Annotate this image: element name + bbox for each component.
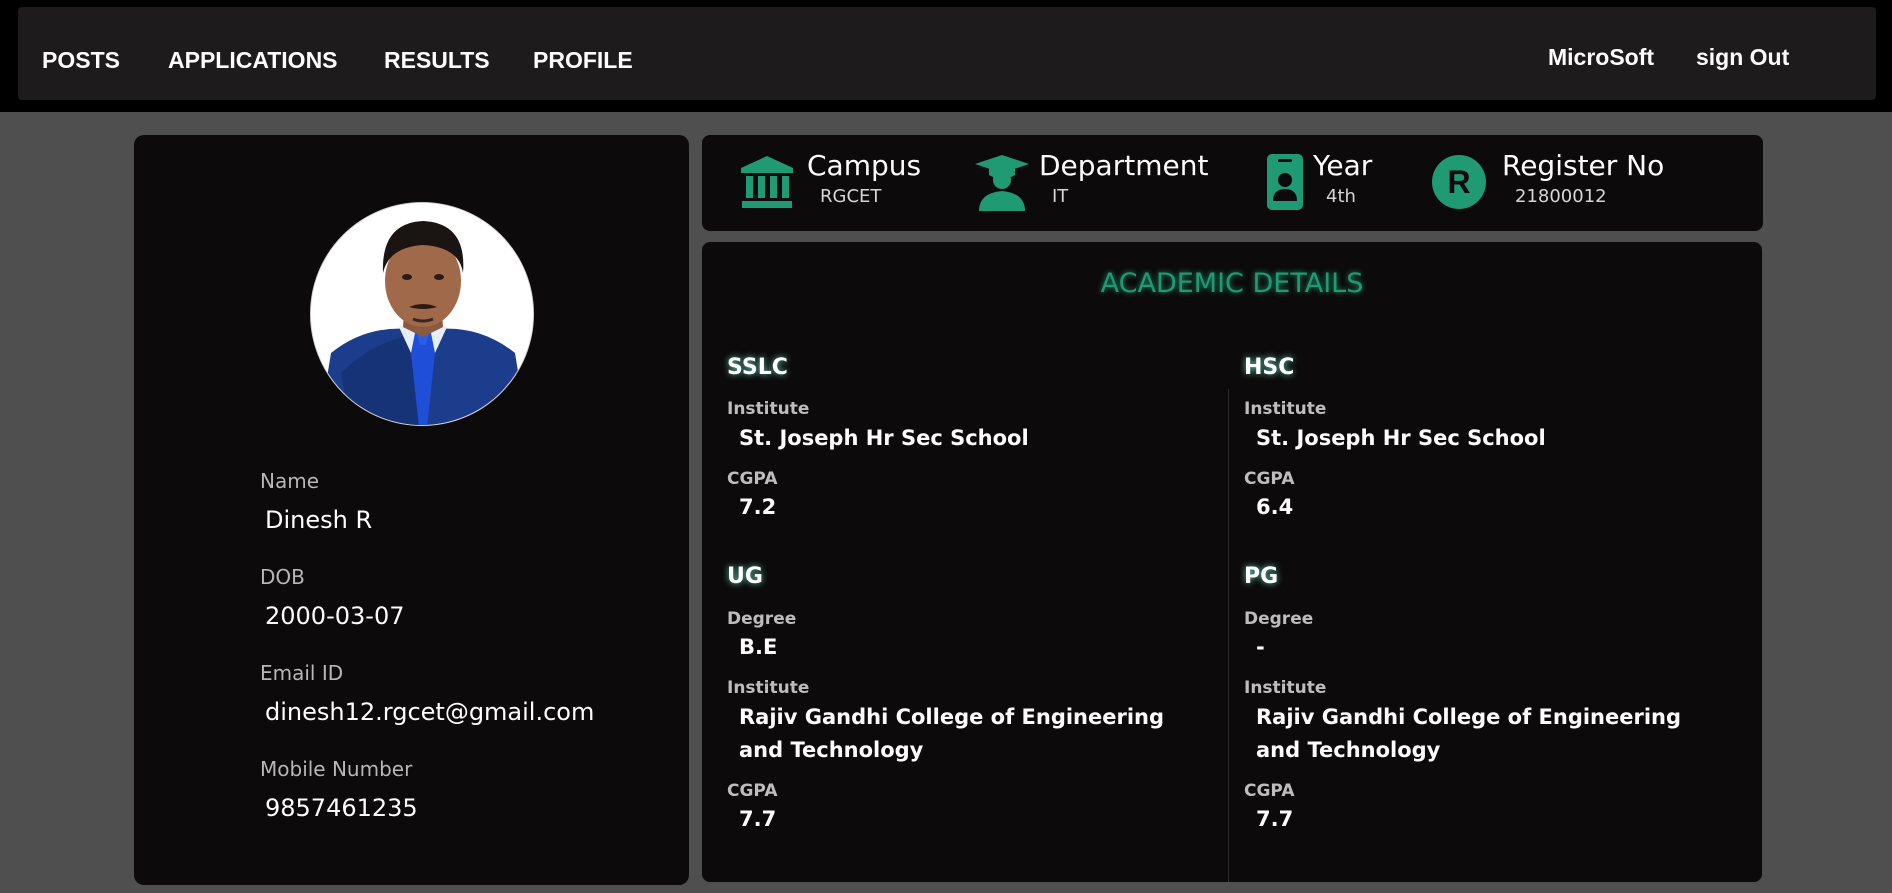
sign-out-link[interactable]: sign Out xyxy=(1696,44,1789,71)
pg-cgpa-label: CGPA xyxy=(1244,781,1295,801)
nav-posts[interactable]: POSTS xyxy=(42,47,120,74)
email-value: dinesh12.rgcet@gmail.com xyxy=(265,698,595,726)
hsc-cgpa-value: 6.4 xyxy=(1256,495,1294,519)
department-value: IT xyxy=(1052,186,1069,207)
navbar-inner: POSTS APPLICATIONS RESULTS PROFILE Micro… xyxy=(18,7,1876,100)
graduate-icon xyxy=(975,155,1029,211)
department-label: Department xyxy=(1039,149,1209,182)
year-label: Year xyxy=(1313,149,1373,182)
svg-text:R: R xyxy=(1447,164,1470,200)
hsc-heading: HSC xyxy=(1244,355,1295,380)
pg-degree-label: Degree xyxy=(1244,609,1314,629)
ug-cgpa-label: CGPA xyxy=(727,781,778,801)
nav-results[interactable]: RESULTS xyxy=(384,47,490,74)
hsc-institute-label: Institute xyxy=(1244,399,1327,419)
dob-value: 2000-03-07 xyxy=(265,602,405,630)
name-value: Dinesh R xyxy=(265,506,373,534)
ug-degree-value: B.E xyxy=(739,635,778,659)
mobile-value: 9857461235 xyxy=(265,794,418,822)
dob-label: DOB xyxy=(260,565,305,589)
column-divider xyxy=(1228,389,1229,882)
sslc-heading: SSLC xyxy=(727,355,788,380)
mobile-label: Mobile Number xyxy=(260,757,413,781)
hsc-institute-value: St. Joseph Hr Sec School xyxy=(1256,426,1546,450)
email-label: Email ID xyxy=(260,661,344,685)
ug-cgpa-value: 7.7 xyxy=(739,807,777,831)
navbar: POSTS APPLICATIONS RESULTS PROFILE Micro… xyxy=(0,0,1892,112)
academic-details-card: ACADEMIC DETAILS SSLC Institute St. Jose… xyxy=(702,242,1762,882)
bank-icon xyxy=(741,156,793,208)
register-badge-icon: R xyxy=(1432,155,1486,209)
company-name[interactable]: MicroSoft xyxy=(1548,44,1654,71)
sslc-cgpa-label: CGPA xyxy=(727,469,778,489)
campus-label: Campus xyxy=(807,149,922,182)
register-label: Register No xyxy=(1502,149,1665,182)
pg-heading: PG xyxy=(1244,564,1279,589)
sslc-institute-value: St. Joseph Hr Sec School xyxy=(739,426,1029,450)
profile-photo xyxy=(310,202,534,426)
nav-profile[interactable]: PROFILE xyxy=(533,47,633,74)
ug-institute-value: Rajiv Gandhi College of Engineering and … xyxy=(739,705,1165,762)
id-badge-icon xyxy=(1267,154,1303,210)
nav-applications[interactable]: APPLICATIONS xyxy=(168,47,338,74)
sslc-institute-label: Institute xyxy=(727,399,810,419)
register-value: 21800012 xyxy=(1515,186,1607,207)
campus-value: RGCET xyxy=(820,186,882,207)
profile-card: Name Dinesh R DOB 2000-03-07 Email ID di… xyxy=(134,135,689,885)
hsc-cgpa-label: CGPA xyxy=(1244,469,1295,489)
ug-institute-label: Institute xyxy=(727,678,810,698)
name-label: Name xyxy=(260,469,320,493)
academic-title: ACADEMIC DETAILS xyxy=(1100,268,1364,299)
ug-heading: UG xyxy=(727,564,763,589)
pg-institute-value: Rajiv Gandhi College of Engineering and … xyxy=(1256,705,1682,762)
pg-degree-value: - xyxy=(1256,635,1265,659)
year-value: 4th xyxy=(1326,186,1356,207)
ug-degree-label: Degree xyxy=(727,609,797,629)
sslc-cgpa-value: 7.2 xyxy=(739,495,777,519)
pg-institute-label: Institute xyxy=(1244,678,1327,698)
pg-cgpa-value: 7.7 xyxy=(1256,807,1294,831)
info-bar: Campus RGCET Department IT Year 4th R Re… xyxy=(702,135,1763,231)
